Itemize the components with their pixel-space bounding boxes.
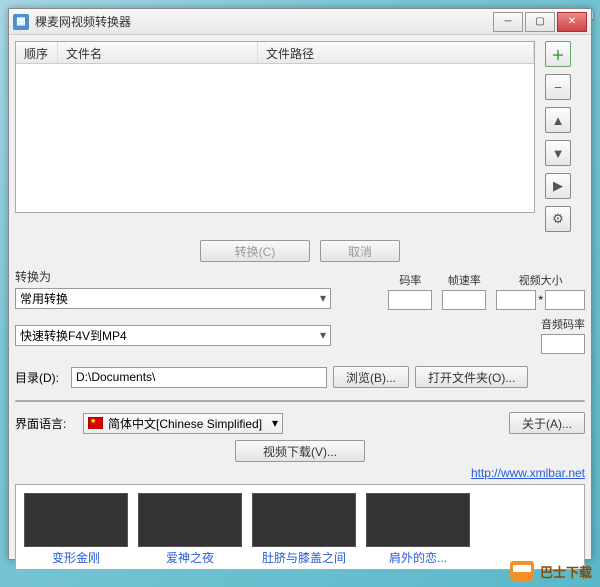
- convert-button[interactable]: 转换(C): [200, 240, 310, 262]
- video-size-label: 视频大小: [496, 272, 585, 288]
- framerate-input[interactable]: [442, 290, 486, 310]
- bitrate-label: 码率: [388, 272, 432, 288]
- thumb-item[interactable]: 爱神之夜: [138, 493, 242, 561]
- content-area: 顺序 文件名 文件路径 ＋ − ▲ ▼ ▶ ⚙ 转换(C) 取消 转换为: [9, 35, 591, 559]
- footer-brand: 巴士下载: [510, 561, 592, 581]
- side-toolbar: ＋ − ▲ ▼ ▶ ⚙: [541, 41, 575, 232]
- open-folder-button[interactable]: 打开文件夹(O)...: [415, 366, 528, 388]
- cancel-button[interactable]: 取消: [320, 240, 400, 262]
- play-button[interactable]: ▶: [545, 173, 571, 199]
- directory-value: D:\Documents\: [76, 370, 155, 384]
- bus-icon: [510, 561, 534, 581]
- thumb-image: [252, 493, 356, 547]
- size-star: *: [538, 293, 543, 307]
- column-seq[interactable]: 顺序: [16, 42, 58, 63]
- thumb-image: [24, 493, 128, 547]
- audio-bitrate-input[interactable]: [541, 334, 585, 354]
- about-button[interactable]: 关于(A)...: [509, 412, 585, 434]
- column-name[interactable]: 文件名: [58, 42, 258, 63]
- window-controls: ─ ▢ ✕: [491, 12, 587, 32]
- language-label: 界面语言:: [15, 415, 75, 432]
- audio-bitrate-label: 音频码率: [541, 316, 585, 332]
- website-link[interactable]: http://www.xmlbar.net: [471, 466, 585, 480]
- thumb-item[interactable]: 肩外的恋...: [366, 493, 470, 561]
- app-icon: ▦: [13, 14, 29, 30]
- thumbnail-strip: 变形金刚 爱神之夜 肚脐与膝盖之间 肩外的恋...: [15, 484, 585, 570]
- app-window: ▦ 稞麦网视频转换器 ─ ▢ ✕ 顺序 文件名 文件路径 ＋ − ▲ ▼ ▶: [8, 8, 592, 560]
- directory-label: 目录(D):: [15, 369, 65, 386]
- preset-value: 常用转换: [20, 290, 68, 307]
- footer-brand-text: 巴士下载: [540, 562, 592, 581]
- progress-bar: [15, 400, 585, 402]
- convert-to-label: 转换为: [15, 268, 335, 285]
- move-up-button[interactable]: ▲: [545, 107, 571, 133]
- maximize-button[interactable]: ▢: [525, 12, 555, 32]
- add-button[interactable]: ＋: [545, 41, 571, 67]
- height-input[interactable]: [545, 290, 585, 310]
- titlebar: ▦ 稞麦网视频转换器 ─ ▢ ✕: [9, 9, 591, 35]
- bitrate-input[interactable]: [388, 290, 432, 310]
- thumb-image: [138, 493, 242, 547]
- thumb-caption: 变形金刚: [24, 549, 128, 566]
- thumb-caption: 肩外的恋...: [366, 549, 470, 566]
- table-header: 顺序 文件名 文件路径: [16, 42, 534, 64]
- width-input[interactable]: [496, 290, 536, 310]
- thumb-item[interactable]: 变形金刚: [24, 493, 128, 561]
- framerate-label: 帧速率: [442, 272, 486, 288]
- minimize-button[interactable]: ─: [493, 12, 523, 32]
- move-down-button[interactable]: ▼: [545, 140, 571, 166]
- file-list-table[interactable]: 顺序 文件名 文件路径: [15, 41, 535, 213]
- video-download-button[interactable]: 视频下载(V)...: [235, 440, 365, 462]
- thumb-image: [366, 493, 470, 547]
- settings-button[interactable]: ⚙: [545, 206, 571, 232]
- thumb-caption: 肚脐与膝盖之间: [252, 549, 356, 566]
- remove-button[interactable]: −: [545, 74, 571, 100]
- close-button[interactable]: ✕: [557, 12, 587, 32]
- format-select[interactable]: 快速转换F4V到MP4: [15, 325, 331, 346]
- column-path[interactable]: 文件路径: [258, 42, 534, 63]
- thumb-item[interactable]: 肚脐与膝盖之间: [252, 493, 356, 561]
- browse-button[interactable]: 浏览(B)...: [333, 366, 409, 388]
- flag-icon: [88, 417, 103, 429]
- format-value: 快速转换F4V到MP4: [20, 327, 127, 344]
- language-value: 简体中文[Chinese Simplified]: [108, 415, 262, 432]
- thumb-caption: 爱神之夜: [138, 549, 242, 566]
- preset-select[interactable]: 常用转换: [15, 288, 331, 309]
- language-select[interactable]: 简体中文[Chinese Simplified]: [83, 413, 283, 434]
- window-title: 稞麦网视频转换器: [35, 13, 491, 30]
- directory-input[interactable]: D:\Documents\: [71, 367, 327, 388]
